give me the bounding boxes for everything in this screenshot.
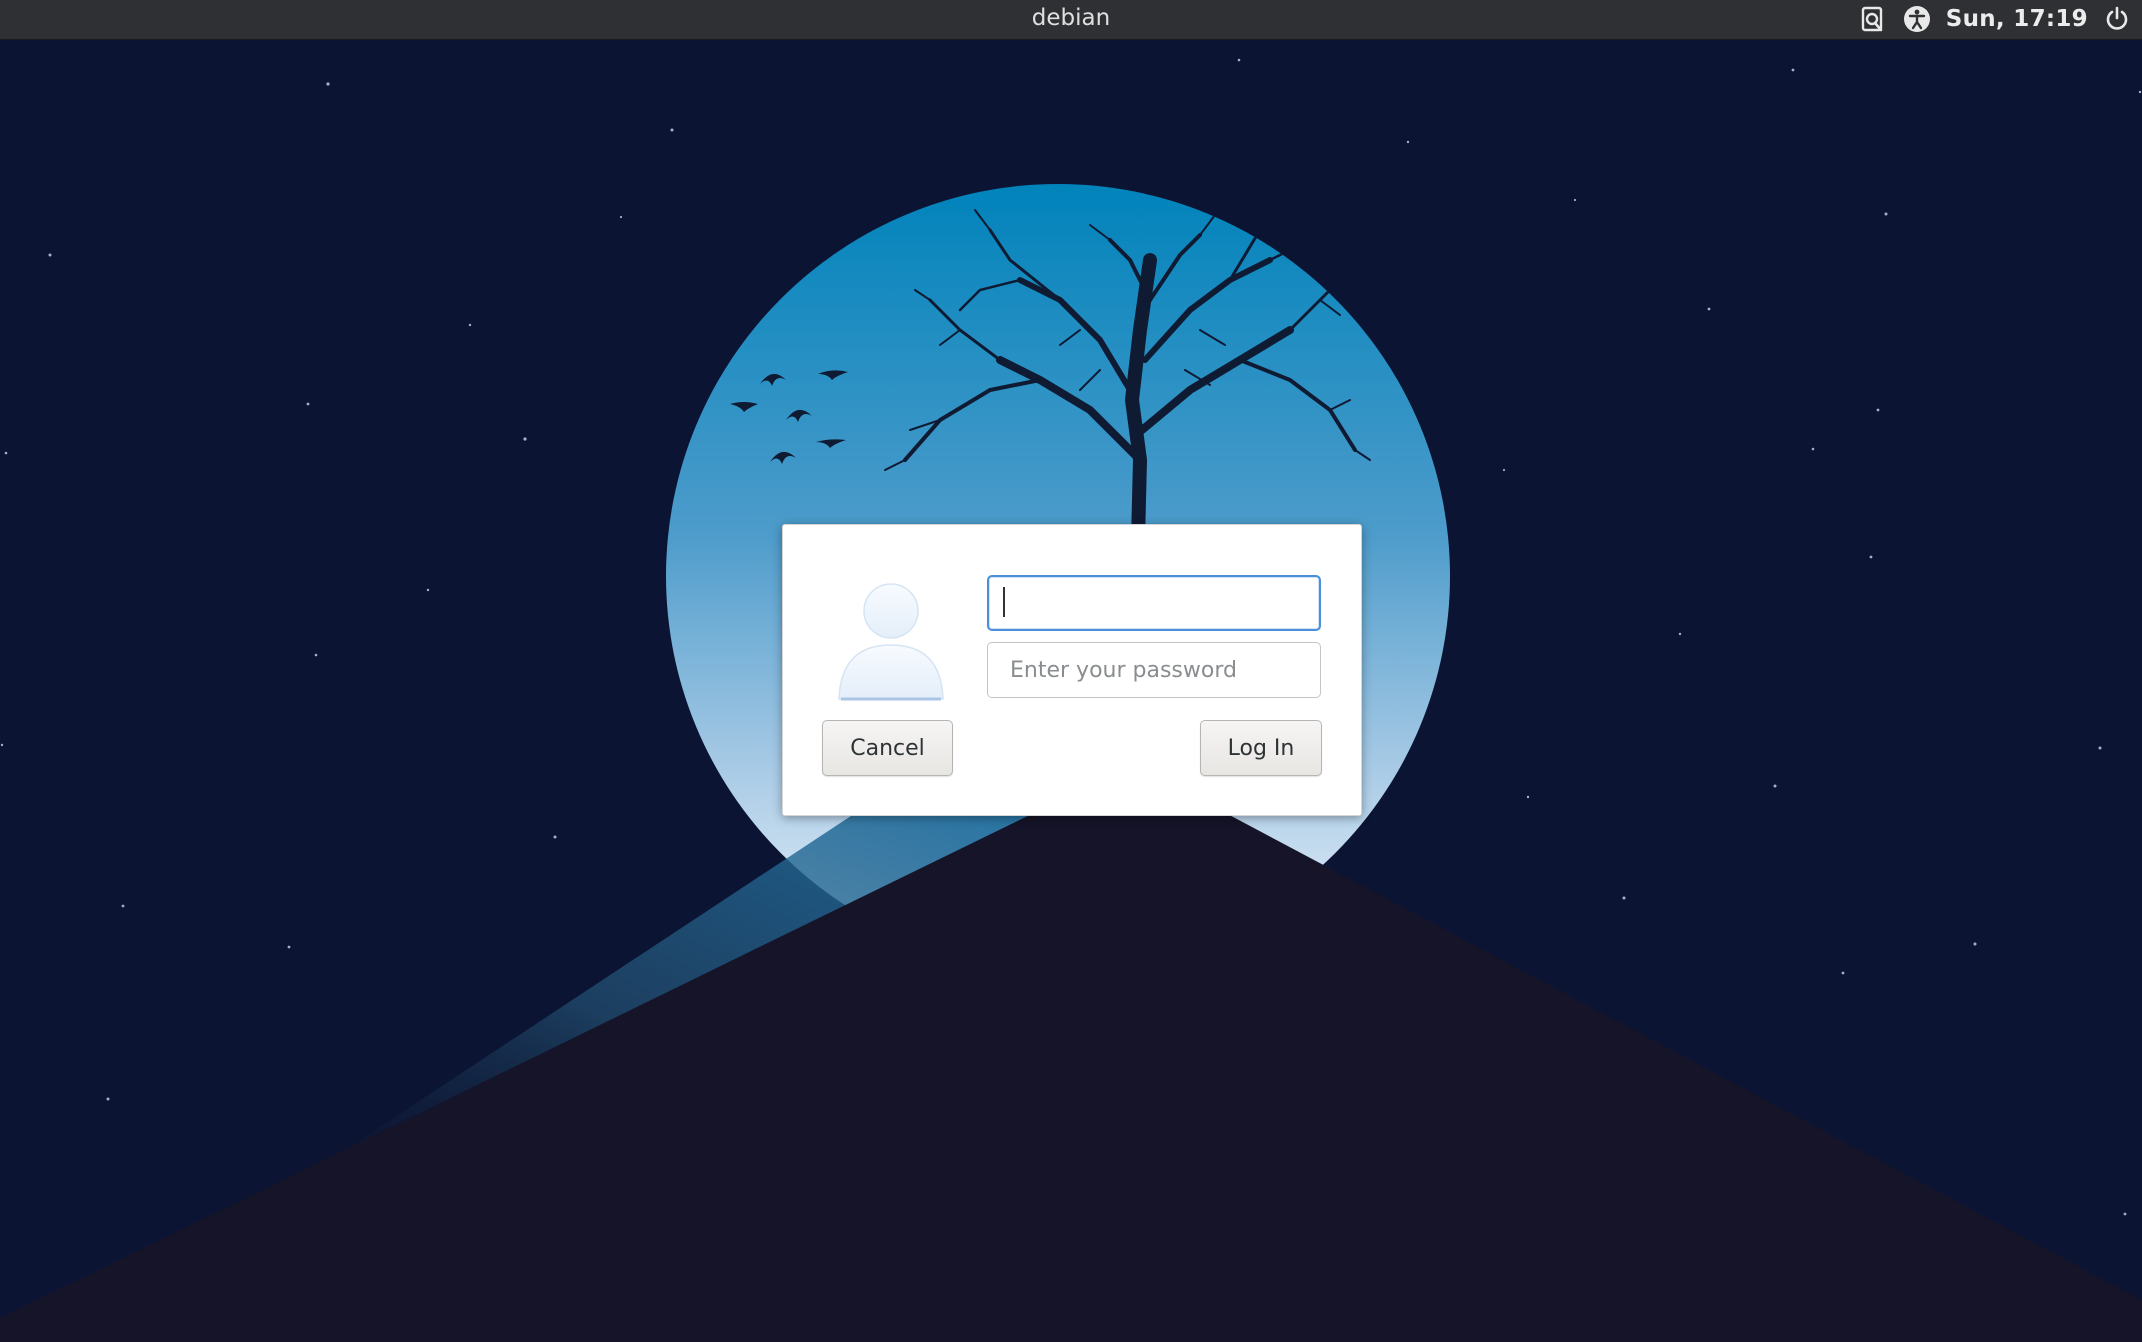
top-panel: debian Sun, 17:19 (0, 0, 2142, 40)
login-dialog: Cancel Log In (782, 524, 1362, 816)
login-button[interactable]: Log In (1200, 720, 1322, 776)
accessibility-icon[interactable] (1902, 4, 1932, 34)
text-cursor (1003, 587, 1005, 617)
login-screen: debian Sun, 17:19 Cancel Log In (0, 0, 2142, 1342)
hostname-label: debian (1031, 5, 1111, 31)
cancel-button[interactable]: Cancel (822, 720, 953, 776)
user-avatar-icon (838, 583, 944, 701)
password-input[interactable] (987, 642, 1321, 698)
system-indicators: Sun, 17:19 (1858, 0, 2132, 37)
screen-capture-icon[interactable] (1858, 4, 1888, 34)
power-icon[interactable] (2102, 4, 2132, 34)
clock[interactable]: Sun, 17:19 (1946, 6, 2088, 32)
username-input[interactable] (987, 575, 1321, 631)
